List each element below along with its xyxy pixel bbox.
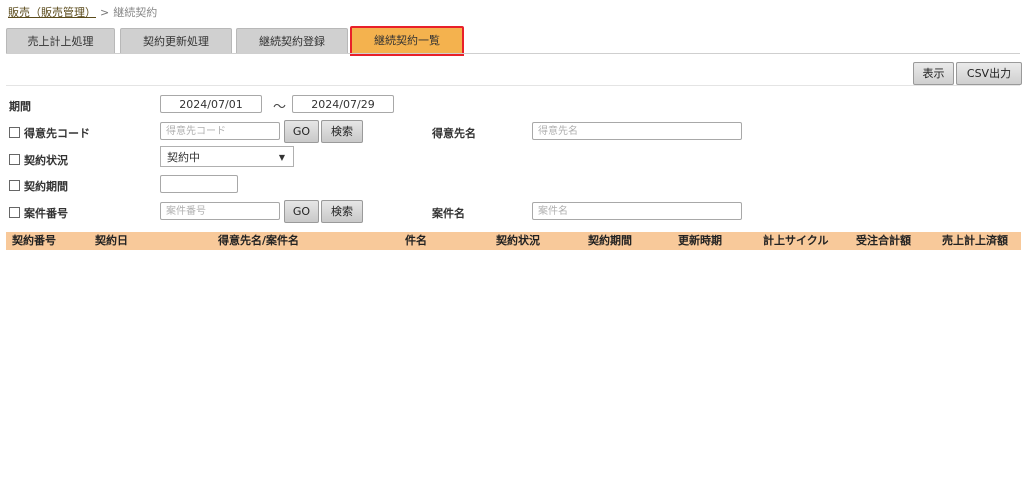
column-header-customer-case[interactable]: 得意先名/案件名 (218, 232, 299, 250)
column-header-contract-date[interactable]: 契約日 (95, 232, 128, 250)
column-header-contract-number[interactable]: 契約番号 (12, 232, 56, 250)
period-to-input[interactable]: 2024/07/29 (292, 95, 394, 113)
case-number-input[interactable]: 案件番号 (160, 202, 280, 220)
contract-period-label: 契約期間 (24, 180, 68, 193)
csv-export-button[interactable]: CSV出力 (956, 62, 1022, 85)
customer-code-search-button[interactable]: 検索 (321, 120, 363, 143)
tab-divider (6, 53, 1020, 54)
period-from-input[interactable]: 2024/07/01 (160, 95, 262, 113)
contract-period-filter: 契約期間 (9, 178, 68, 194)
table-header: 契約番号 契約日 得意先名/案件名 件名 契約状況 契約期間 更新時期 計上サイ… (6, 232, 1021, 250)
column-header-billing-cycle[interactable]: 計上サイクル (763, 232, 828, 250)
breadcrumb-current: 継続契約 (113, 6, 158, 19)
customer-name-input[interactable]: 得意先名 (532, 122, 742, 140)
customer-code-go-button[interactable]: GO (284, 120, 319, 143)
customer-code-label: 得意先コード (24, 127, 90, 140)
case-name-input[interactable]: 案件名 (532, 202, 742, 220)
breadcrumb-link-sales[interactable]: 販売（販売管理） (8, 6, 96, 19)
contract-period-checkbox[interactable] (9, 180, 20, 191)
column-header-order-total[interactable]: 受注合計額 (856, 232, 911, 250)
contract-status-checkbox[interactable] (9, 154, 20, 165)
customer-name-label: 得意先名 (432, 127, 476, 140)
period-separator: ～ (273, 100, 287, 115)
case-number-search-button[interactable]: 検索 (321, 200, 363, 223)
tab-sales-posting[interactable]: 売上計上処理 (6, 28, 115, 54)
breadcrumb: 販売（販売管理） > 継続契約 (8, 4, 157, 20)
column-header-posted-sales[interactable]: 売上計上済額 (942, 232, 1008, 250)
chevron-down-icon: ▼ (278, 153, 285, 162)
toolbar-divider (6, 85, 1020, 86)
case-number-go-button[interactable]: GO (284, 200, 319, 223)
customer-code-input[interactable]: 得意先コード (160, 122, 280, 140)
case-number-filter: 案件番号 (9, 205, 68, 221)
contract-status-filter: 契約状況 (9, 152, 68, 168)
customer-code-filter: 得意先コード (9, 125, 90, 141)
column-header-renewal-timing[interactable]: 更新時期 (678, 232, 722, 250)
tab-contract-renewal[interactable]: 契約更新処理 (120, 28, 232, 54)
column-header-contract-status[interactable]: 契約状況 (496, 232, 540, 250)
column-header-subject[interactable]: 件名 (405, 232, 427, 250)
contract-status-select[interactable]: 契約中 ▼ (160, 146, 294, 167)
display-button[interactable]: 表示 (913, 62, 954, 85)
contract-status-label: 契約状況 (24, 154, 68, 167)
tab-contract-register[interactable]: 継続契約登録 (236, 28, 348, 54)
case-number-label: 案件番号 (24, 207, 68, 220)
tab-contract-list[interactable]: 継続契約一覧 (350, 26, 464, 56)
case-name-label: 案件名 (432, 207, 465, 220)
period-label: 期間 (9, 100, 31, 113)
column-header-contract-period[interactable]: 契約期間 (588, 232, 632, 250)
breadcrumb-separator: > (100, 6, 110, 19)
contract-period-input[interactable] (160, 175, 238, 193)
contract-status-value: 契約中 (167, 151, 200, 164)
case-number-checkbox[interactable] (9, 207, 20, 218)
customer-code-checkbox[interactable] (9, 127, 20, 138)
